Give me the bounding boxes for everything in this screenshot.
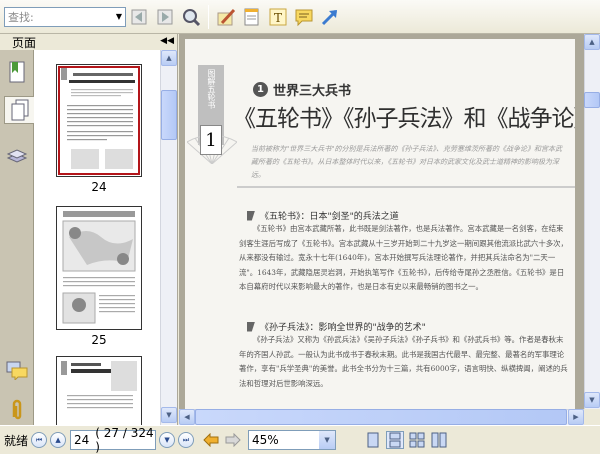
section-number: 1 [253, 82, 268, 97]
next-page-icon[interactable]: ▼ [159, 432, 176, 448]
highlight-icon[interactable] [213, 4, 239, 30]
scroll-thumb[interactable] [584, 92, 600, 108]
status-bar: 就绪 ⏮ ▲ 24 ( 27 / 324 ) ▼ ⏭ 45% ▼ [0, 425, 600, 454]
comments-tab[interactable] [4, 356, 30, 384]
page-number-input[interactable]: 24 ( 27 / 324 ) [70, 426, 157, 454]
thumbnail-label: 25 [91, 333, 107, 347]
arrow-tool-icon[interactable] [317, 4, 343, 30]
section-title-text: 世界三大兵书 [273, 84, 352, 99]
page-thumbnail-24[interactable] [56, 64, 142, 177]
page-thumbnail-26[interactable] [56, 356, 142, 425]
collapse-panel-icon[interactable]: ◀◀ [160, 36, 174, 46]
thumbnail-preview [61, 361, 137, 409]
brush-mark-icon [247, 321, 255, 332]
facing-view-icon[interactable] [408, 431, 426, 449]
comment-icon[interactable] [291, 4, 317, 30]
subheading-wulunshu: 《五轮书》：日本"剑圣"的兵法之道 [247, 209, 399, 222]
document-view: 图解五轮书 1 1 世界三大兵书 《五轮书》《孙子兵法》和《战争论》 当前被称为… [179, 34, 600, 425]
pages-panel: 页面 ◀◀ 24 25 ▲ ▼ [0, 34, 178, 425]
attachments-tab[interactable] [4, 396, 30, 424]
find-next-icon[interactable] [152, 4, 178, 30]
current-page: 24 [74, 433, 90, 447]
bookmarks-tab[interactable] [4, 58, 30, 86]
paragraph: 《五轮书》由宫本武藏所著，此书既是剑法著作，也是兵法著作。宫本武藏是一名剑客，在… [239, 224, 568, 292]
last-page-icon[interactable]: ⏭ [178, 432, 195, 448]
scroll-down-icon[interactable]: ▼ [584, 392, 600, 408]
scroll-thumb[interactable] [161, 90, 177, 140]
find-previous-icon[interactable] [126, 4, 152, 30]
document-horizontal-scrollbar[interactable]: ◀ ▶ [179, 409, 584, 425]
toolbar-divider [208, 4, 209, 29]
paragraph: 《孙子兵法》又称为《孙武兵法》《吴孙子兵法》《孙子兵书》和《孙武兵书》等。作者是… [239, 335, 568, 388]
section-title: 1 世界三大兵书 [253, 80, 351, 99]
search-dropdown-icon[interactable]: ▼ [113, 8, 125, 26]
continuous-view-icon[interactable] [386, 431, 405, 449]
scroll-up-icon[interactable]: ▲ [584, 34, 600, 50]
divider [237, 186, 575, 188]
panel-title: 页面 [12, 35, 37, 50]
previous-page-icon[interactable]: ▲ [50, 432, 67, 448]
thumbnail-preview [61, 68, 135, 169]
pdf-reader-window: 查找: ▼ T 页面 ◀◀ 24 25 ▲ ▼ 图解五轮书 1 1 世界三大兵书… [0, 0, 600, 454]
subheading-text: 《孙子兵法》：影响全世界的"战争的艺术" [260, 323, 426, 333]
subheading-sunzi: 《孙子兵法》：影响全世界的"战争的艺术" [247, 320, 426, 333]
search-input[interactable]: 查找: ▼ [4, 6, 126, 27]
single-page-view-icon[interactable] [364, 431, 382, 449]
toolbar: 查找: ▼ T [0, 0, 600, 34]
status-text: 就绪 [4, 433, 29, 448]
panel-header: 页面 [0, 34, 178, 50]
thumbnail-label: 24 [91, 180, 107, 194]
svg-text:T: T [274, 11, 282, 25]
subheading-text: 《五轮书》：日本"剑圣"的兵法之道 [260, 212, 399, 222]
intro-text: 当前被称为"世界三大兵书"的分别是兵法所著的《孙子兵法》、克劳塞维茨所著的《战争… [251, 145, 562, 179]
pages-tab[interactable] [4, 96, 34, 124]
brush-mark-icon [247, 210, 255, 221]
chevron-down-icon[interactable]: ▼ [319, 431, 336, 449]
layers-tab[interactable] [4, 142, 30, 170]
note-icon[interactable] [239, 4, 265, 30]
zoom-select[interactable]: 45% ▼ [248, 430, 337, 450]
first-page-icon[interactable]: ⏮ [31, 432, 48, 448]
scroll-right-icon[interactable]: ▶ [568, 409, 584, 425]
continuous-facing-view-icon[interactable] [430, 431, 448, 449]
main-title: 《五轮书》《孙子兵法》和《战争论》 [233, 106, 575, 132]
scrollbar-corner [584, 409, 600, 425]
thumbnail-list: 24 25 [34, 50, 160, 425]
go-forward-icon[interactable] [224, 431, 242, 449]
page-count: ( 27 / 324 ) [95, 426, 154, 454]
zoom-value: 45% [252, 433, 279, 447]
thumbnail-preview [62, 211, 136, 324]
scroll-down-icon[interactable]: ▼ [161, 407, 177, 423]
scroll-up-icon[interactable]: ▲ [161, 50, 177, 66]
document-vertical-scrollbar[interactable]: ▲ ▼ [584, 34, 600, 409]
scroll-thumb[interactable] [195, 409, 567, 425]
text-tool-icon[interactable]: T [265, 4, 291, 30]
page-thumbnail-25[interactable] [56, 206, 142, 330]
go-back-icon[interactable] [202, 431, 220, 449]
document-page: 图解五轮书 1 1 世界三大兵书 《五轮书》《孙子兵法》和《战争论》 当前被称为… [185, 39, 575, 411]
thumbnail-scrollbar[interactable]: ▲ ▼ [160, 50, 177, 425]
search-placeholder: 查找: [8, 10, 34, 24]
banner-text: 图解五轮书 [207, 69, 216, 109]
zoom-icon[interactable] [178, 4, 204, 30]
chapter-number: 1 [200, 125, 222, 155]
scroll-left-icon[interactable]: ◀ [179, 409, 195, 425]
panel-tab-strip [0, 50, 34, 425]
